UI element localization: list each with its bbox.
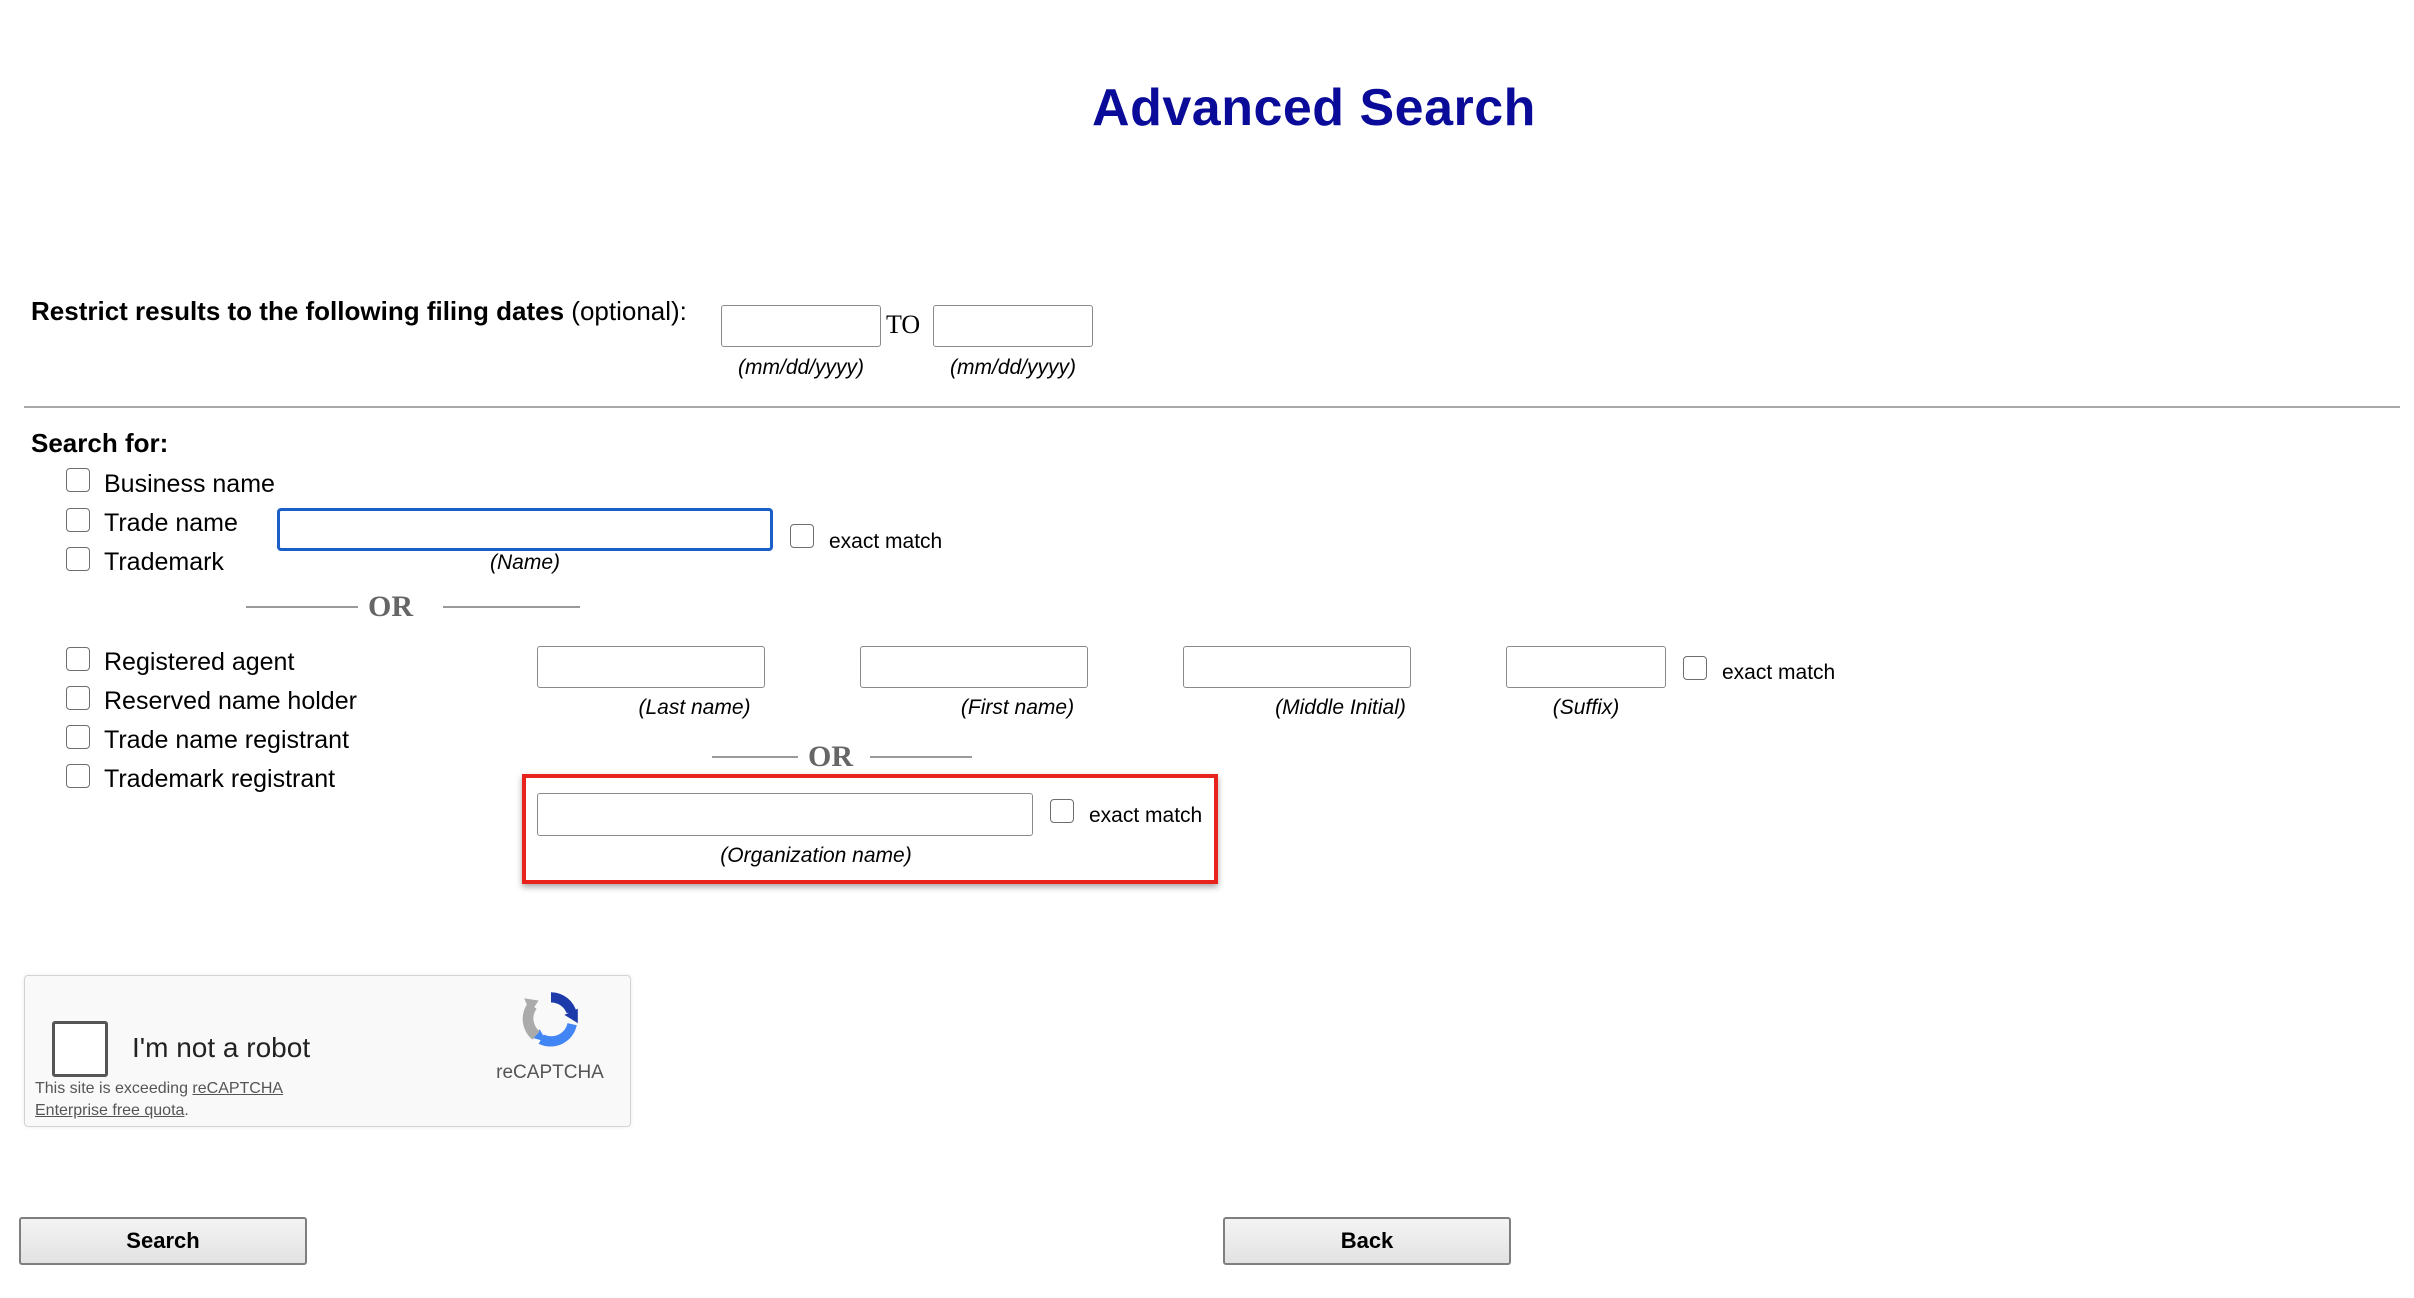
to-label: TO [886, 310, 921, 339]
last-name-hint-text: (Last name) [638, 696, 751, 719]
registered-agent-checkbox[interactable] [66, 647, 90, 671]
recaptcha-widget: I'm not a robot This site is exceeding r… [24, 975, 631, 1127]
organization-name-hint: (Organization name) [720, 844, 912, 867]
middle-initial-input[interactable] [1183, 646, 1411, 688]
recaptcha-quota-warning: This site is exceeding reCAPTCHA Enterpri… [35, 1078, 283, 1122]
trade-name-checkbox[interactable] [66, 508, 90, 532]
trademark-checkbox[interactable] [66, 547, 90, 571]
trade-name-registrant-checkbox[interactable] [66, 725, 90, 749]
recaptcha-warning-prefix: This site is exceeding [35, 1080, 193, 1097]
name-hint: (Name) [489, 551, 560, 574]
trademark-label: Trademark [104, 548, 224, 576]
filing-dates-label: Restrict results to the following filing… [31, 296, 687, 327]
first-name-hint: (First name) [860, 696, 1175, 720]
back-button[interactable]: Back [1223, 1217, 1511, 1265]
registered-agent-label: Registered agent [104, 648, 295, 676]
from-date-hint: (mm/dd/yyyy) [738, 356, 864, 379]
first-name-input[interactable] [860, 646, 1088, 688]
recaptcha-link-2[interactable]: Enterprise free quota [35, 1102, 184, 1119]
organization-name-input[interactable] [537, 793, 1033, 836]
person-exact-match-checkbox[interactable] [1683, 656, 1707, 680]
or-separator-2: OR [808, 740, 853, 773]
trademark-registrant-checkbox[interactable] [66, 764, 90, 788]
trademark-registrant-label: Trademark registrant [104, 765, 336, 793]
filing-date-to-input[interactable] [933, 305, 1093, 347]
filing-dates-label-bold: Restrict results to the following filing… [31, 296, 565, 326]
filing-dates-label-optional: (optional): [564, 296, 687, 326]
name-input[interactable] [277, 508, 773, 551]
business-name-label: Business name [104, 470, 275, 498]
name-exact-match-checkbox[interactable] [790, 524, 814, 548]
last-name-hint: (Last name) [537, 696, 852, 720]
recaptcha-warning-suffix: . [184, 1102, 189, 1119]
recaptcha-label: I'm not a robot [132, 1032, 311, 1063]
or-divider-line-right-2 [870, 756, 972, 758]
reserved-name-holder-checkbox[interactable] [66, 686, 90, 710]
last-name-input[interactable] [537, 646, 765, 688]
suffix-input[interactable] [1506, 646, 1666, 688]
name-exact-match-label: exact match [829, 530, 943, 553]
trade-name-registrant-label: Trade name registrant [104, 726, 350, 754]
recaptcha-brand: reCAPTCHA [496, 1062, 604, 1083]
page-title: Advanced Search [1092, 79, 1536, 137]
or-divider-line-right [443, 606, 580, 608]
reserved-name-holder-label: Reserved name holder [104, 687, 357, 715]
recaptcha-logo-icon [522, 992, 578, 1047]
recaptcha-checkbox[interactable] [52, 1021, 108, 1077]
organization-exact-match-label: exact match [1089, 804, 1203, 827]
or-divider-line-left-2 [712, 756, 798, 758]
or-separator-1: OR [368, 590, 413, 623]
first-name-hint-text: (First name) [960, 696, 1075, 719]
middle-initial-hint: (Middle Initial) [1183, 696, 1498, 720]
filing-date-from-input[interactable] [721, 305, 881, 347]
search-button[interactable]: Search [19, 1217, 307, 1265]
suffix-hint: (Suffix) [1552, 696, 1620, 719]
or-divider-line-left [246, 606, 358, 608]
recaptcha-link-1[interactable]: reCAPTCHA [192, 1080, 283, 1097]
organization-exact-match-checkbox[interactable] [1050, 799, 1074, 823]
middle-initial-hint-text: (Middle Initial) [1275, 696, 1406, 719]
business-name-checkbox[interactable] [66, 468, 90, 492]
trade-name-label: Trade name [104, 509, 238, 537]
search-for-label: Search for: [31, 428, 169, 458]
section-divider [24, 406, 2400, 408]
to-date-hint: (mm/dd/yyyy) [950, 356, 1076, 379]
person-exact-match-label: exact match [1722, 661, 1836, 684]
